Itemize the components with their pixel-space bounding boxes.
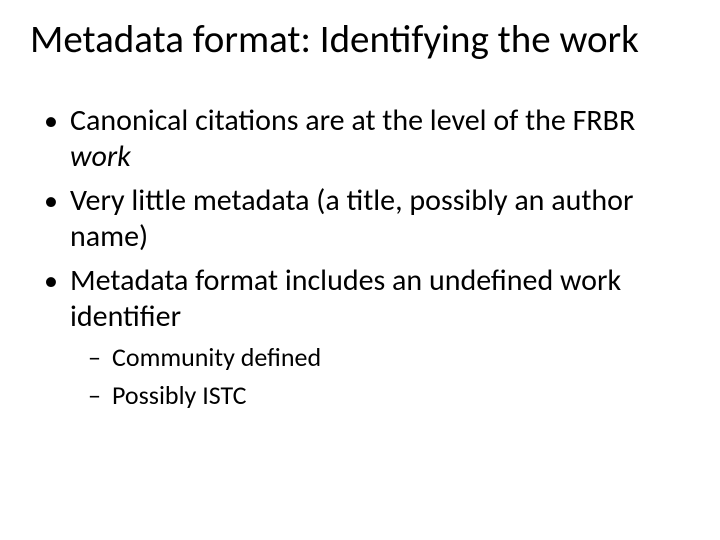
sub-bullet-list: Community defined Possibly ISTC	[70, 341, 690, 413]
bullet-item-2: Very little metadata (a title, possibly …	[70, 183, 690, 255]
slide-title: Metadata format: Identifying the work	[30, 18, 690, 63]
bullet-1-italic: work	[70, 138, 131, 175]
sub-bullet-1: Community defined	[112, 341, 690, 375]
bullet-1-text: Canonical citations are at the level of …	[70, 102, 635, 139]
sub-bullet-2-text: Possibly ISTC	[112, 379, 247, 411]
sub-bullet-2: Possibly ISTC	[112, 379, 690, 413]
bullet-item-3: Metadata format includes an undefined wo…	[70, 263, 690, 413]
sub-bullet-1-text: Community defined	[112, 341, 321, 373]
bullet-list: Canonical citations are at the level of …	[30, 103, 690, 413]
bullet-2-text: Very little metadata (a title, possibly …	[70, 182, 633, 255]
bullet-3-text: Metadata format includes an undefined wo…	[70, 262, 621, 335]
slide: Metadata format: Identifying the work Ca…	[0, 0, 720, 540]
bullet-item-1: Canonical citations are at the level of …	[70, 103, 690, 175]
